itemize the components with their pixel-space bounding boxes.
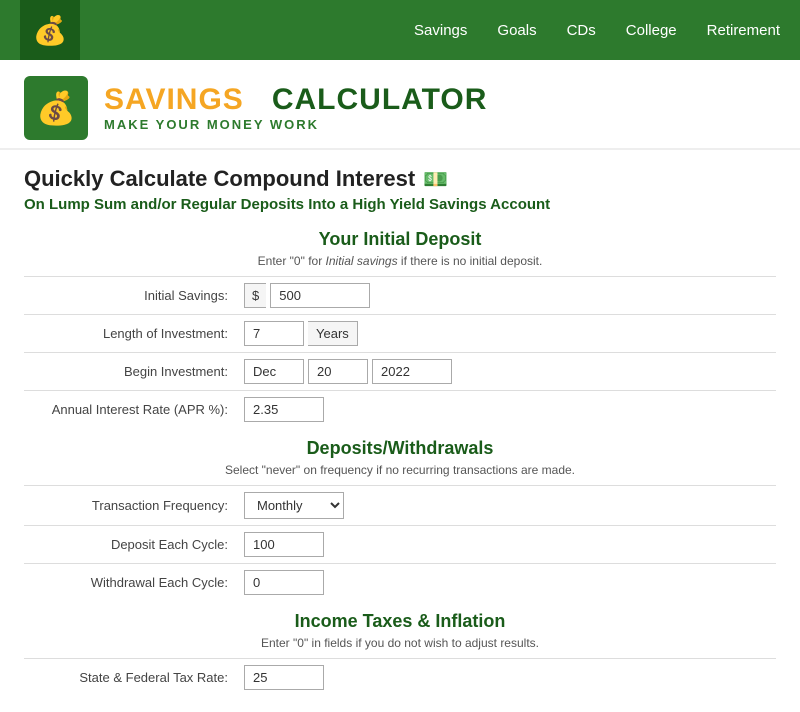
deposit-input[interactable] xyxy=(244,532,324,557)
deposits-section-title: Deposits/Withdrawals xyxy=(24,438,776,459)
brand-title: SAVINGS CALCULATOR xyxy=(104,85,487,115)
length-input[interactable] xyxy=(244,321,304,346)
begin-year-input[interactable] xyxy=(372,359,452,384)
deposit-label: Deposit Each Cycle: xyxy=(24,537,244,552)
apr-inputs xyxy=(244,397,324,422)
tax-input[interactable] xyxy=(244,665,324,690)
length-row: Length of Investment: Years xyxy=(24,314,776,352)
initial-savings-label: Initial Savings: xyxy=(24,288,244,303)
length-label: Length of Investment: xyxy=(24,326,244,341)
apr-row: Annual Interest Rate (APR %): xyxy=(24,390,776,428)
brand-calculator: CALCULATOR xyxy=(272,83,488,116)
frequency-inputs: Never Daily Weekly Bi-Weekly Monthly Qua… xyxy=(244,492,344,519)
taxes-section-title: Income Taxes & Inflation xyxy=(24,611,776,632)
begin-inputs xyxy=(244,359,452,384)
deposit-inputs xyxy=(244,532,324,557)
frequency-select[interactable]: Never Daily Weekly Bi-Weekly Monthly Qua… xyxy=(244,492,344,519)
brand-text: SAVINGS CALCULATOR MAKE YOUR MONEY WORK xyxy=(104,85,487,132)
deposits-note: Select "never" on frequency if no recurr… xyxy=(24,463,776,477)
page-subtitle: On Lump Sum and/or Regular Deposits Into… xyxy=(24,196,776,213)
main-content: Quickly Calculate Compound Interest 💵 On… xyxy=(0,150,800,712)
dollar-prefix: $ xyxy=(244,283,266,308)
initial-savings-input[interactable] xyxy=(270,283,370,308)
withdrawal-label: Withdrawal Each Cycle: xyxy=(24,575,244,590)
nav-cds[interactable]: CDs xyxy=(567,22,596,39)
frequency-label: Transaction Frequency: xyxy=(24,498,244,513)
brand-logo: 💰 xyxy=(24,76,88,140)
nav-savings[interactable]: Savings xyxy=(414,22,467,39)
frequency-row: Transaction Frequency: Never Daily Weekl… xyxy=(24,485,776,525)
withdrawal-input[interactable] xyxy=(244,570,324,595)
begin-row: Begin Investment: xyxy=(24,352,776,390)
money-icon: 💵 xyxy=(423,167,448,192)
brand-header: 💰 SAVINGS CALCULATOR MAKE YOUR MONEY WOR… xyxy=(0,60,800,150)
begin-label: Begin Investment: xyxy=(24,364,244,379)
brand-tagline: MAKE YOUR MONEY WORK xyxy=(104,117,487,132)
page-title: Quickly Calculate Compound Interest 💵 xyxy=(24,166,776,192)
apr-input[interactable] xyxy=(244,397,324,422)
begin-day-input[interactable] xyxy=(308,359,368,384)
initial-deposit-note: Enter "0" for Initial savings if there i… xyxy=(24,254,776,268)
top-navigation: 💰 Savings Goals CDs College Retirement xyxy=(0,0,800,60)
tax-inputs xyxy=(244,665,324,690)
initial-deposit-section-title: Your Initial Deposit xyxy=(24,229,776,250)
taxes-note: Enter "0" in fields if you do not wish t… xyxy=(24,636,776,650)
nav-goals[interactable]: Goals xyxy=(497,22,536,39)
apr-label: Annual Interest Rate (APR %): xyxy=(24,402,244,417)
deposit-row: Deposit Each Cycle: xyxy=(24,525,776,563)
withdrawal-inputs xyxy=(244,570,324,595)
initial-savings-row: Initial Savings: $ xyxy=(24,276,776,314)
brand-logo-icon: 💰 xyxy=(36,89,76,127)
tax-row: State & Federal Tax Rate: xyxy=(24,658,776,696)
logo-icon: 💰 xyxy=(33,14,68,47)
tax-label: State & Federal Tax Rate: xyxy=(24,670,244,685)
brand-savings: SAVINGS xyxy=(104,83,244,116)
nav-college[interactable]: College xyxy=(626,22,677,39)
withdrawal-row: Withdrawal Each Cycle: xyxy=(24,563,776,601)
logo-box: 💰 xyxy=(20,0,80,60)
page-title-text: Quickly Calculate Compound Interest xyxy=(24,166,415,192)
years-suffix: Years xyxy=(308,321,358,346)
begin-month-input[interactable] xyxy=(244,359,304,384)
nav-links: Savings Goals CDs College Retirement xyxy=(414,22,780,39)
initial-savings-inputs: $ xyxy=(244,283,370,308)
length-inputs: Years xyxy=(244,321,358,346)
nav-retirement[interactable]: Retirement xyxy=(707,22,780,39)
